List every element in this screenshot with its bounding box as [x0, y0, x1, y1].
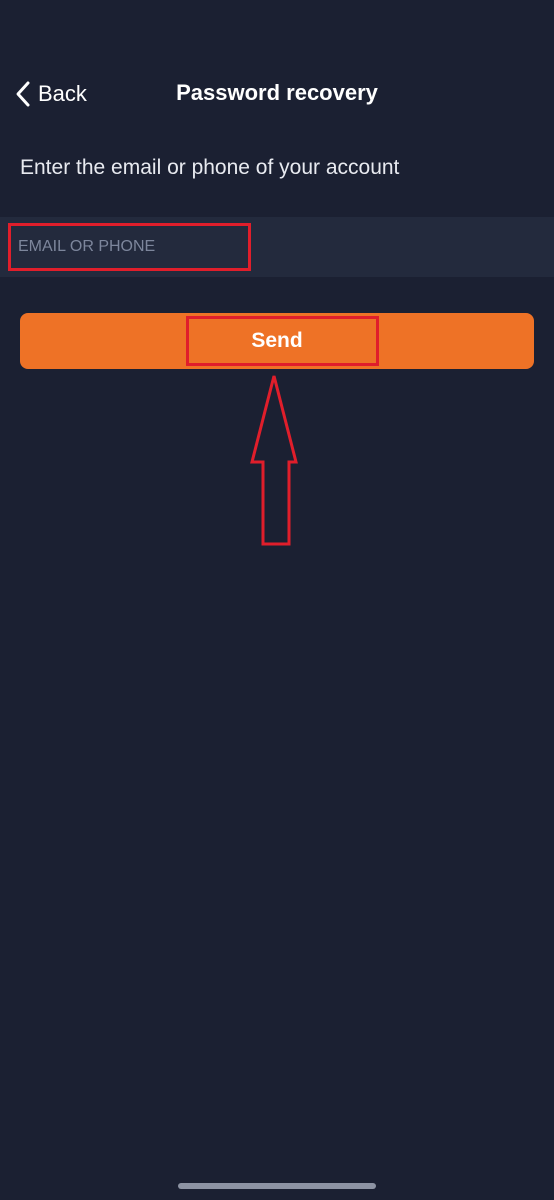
back-button[interactable]: Back — [14, 78, 87, 110]
arrow-up-annotation-icon — [250, 375, 298, 546]
password-recovery-screen: Back Password recovery Enter the email o… — [0, 0, 554, 1200]
instruction-text: Enter the email or phone of your account — [20, 156, 400, 179]
email-input-row — [0, 217, 554, 277]
home-indicator[interactable] — [178, 1183, 376, 1189]
navigation-bar: Back Password recovery — [0, 70, 554, 118]
send-button[interactable]: Send — [20, 313, 534, 369]
email-or-phone-input[interactable] — [18, 227, 538, 267]
chevron-left-icon — [16, 81, 30, 107]
back-label: Back — [38, 81, 87, 106]
